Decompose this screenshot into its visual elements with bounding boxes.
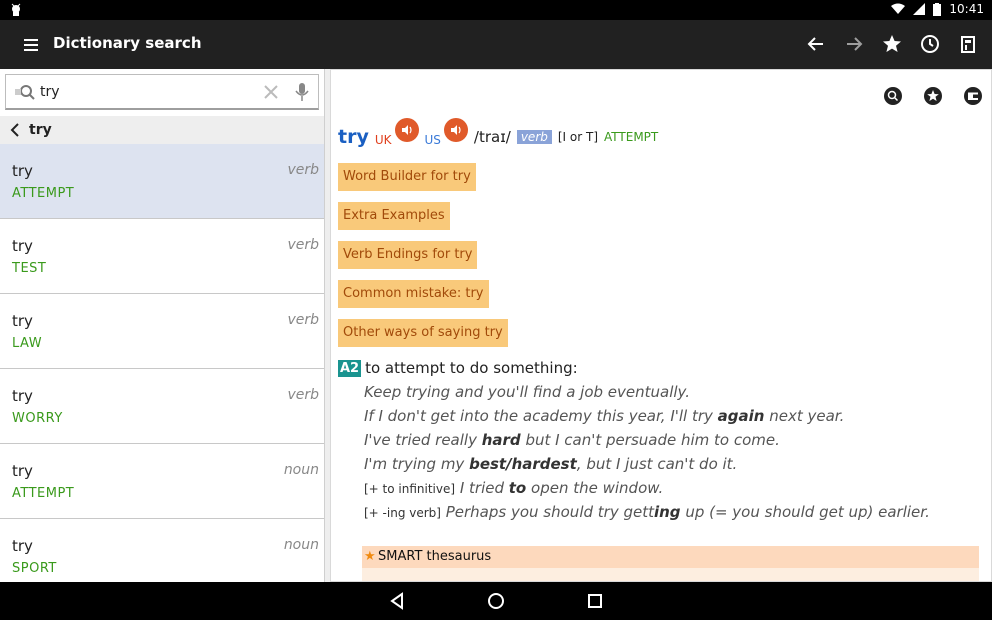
list-item[interactable]: try verb TEST xyxy=(0,219,324,294)
list-item[interactable]: try verb LAW xyxy=(0,294,324,369)
entry-pane: try UK US /traɪ/ verb [I or T] ATTEMPT W… xyxy=(330,69,992,582)
pronunciation: /traɪ/ xyxy=(473,128,511,146)
breadcrumb-label: try xyxy=(29,122,52,138)
star-icon: ★ xyxy=(364,549,376,564)
search-box xyxy=(5,74,319,110)
headword-line: try UK US /traɪ/ verb [I or T] ATTEMPT xyxy=(338,118,659,148)
battery-icon xyxy=(933,2,942,16)
result-word: try xyxy=(12,537,33,555)
breadcrumb-back[interactable]: try xyxy=(0,116,324,144)
example: If I don't get into the academy this yea… xyxy=(364,407,845,425)
result-pos: noun xyxy=(283,537,319,553)
list-item[interactable]: try noun SPORT xyxy=(0,519,324,582)
result-pos: verb xyxy=(287,237,319,253)
example: [+ -ing verb] Perhaps you should try get… xyxy=(364,503,930,521)
forward-arrow-icon[interactable] xyxy=(842,32,866,56)
wallet-icon[interactable] xyxy=(963,86,983,106)
pos-badge: verb xyxy=(516,130,552,144)
signal-icon xyxy=(913,3,926,15)
result-guideword: LAW xyxy=(12,336,43,351)
app-title: Dictionary search xyxy=(53,34,202,52)
thesaurus-header[interactable]: ★ SMART thesaurus xyxy=(362,546,979,568)
search-icon xyxy=(15,85,35,100)
sense-block: A2 to attempt to do something: Keep tryi… xyxy=(338,359,978,521)
extra-examples-button[interactable]: Extra Examples xyxy=(338,202,450,230)
app-bar: Dictionary search xyxy=(0,20,992,69)
list-item[interactable]: try verb WORRY xyxy=(0,369,324,444)
back-icon[interactable] xyxy=(387,591,407,611)
android-debug-icon xyxy=(11,3,21,16)
home-icon[interactable] xyxy=(486,591,506,611)
common-mistake-button[interactable]: Common mistake: try xyxy=(338,280,489,308)
result-guideword: SPORT xyxy=(12,561,57,576)
example: [+ to infinitive] I tried to open the wi… xyxy=(364,479,664,497)
other-ways-button[interactable]: Other ways of saying try xyxy=(338,319,508,347)
results-pane: try try verb ATTEMPT try verb TEST try v… xyxy=(0,69,325,582)
status-bar: 10:41 xyxy=(0,0,992,20)
word-builder-button[interactable]: Word Builder for try xyxy=(338,163,476,191)
result-pos: verb xyxy=(287,162,319,178)
search-input[interactable] xyxy=(40,81,255,103)
grammar-code: [I or T] xyxy=(557,130,599,144)
headword: try xyxy=(338,126,369,148)
result-guideword: ATTEMPT xyxy=(12,486,75,501)
speaker-us-icon[interactable] xyxy=(443,118,468,142)
menu-icon[interactable] xyxy=(20,35,42,55)
history-icon[interactable] xyxy=(918,32,942,56)
thesaurus-body xyxy=(362,568,979,581)
thesaurus-label: SMART thesaurus xyxy=(378,549,492,564)
results-list: try verb ATTEMPT try verb TEST try verb … xyxy=(0,144,324,582)
guideword: ATTEMPT xyxy=(604,130,659,144)
recents-icon[interactable] xyxy=(585,591,605,611)
result-guideword: WORRY xyxy=(12,411,63,426)
wifi-icon xyxy=(891,3,906,14)
us-label: US xyxy=(424,133,441,147)
result-pos: noun xyxy=(283,462,319,478)
list-item[interactable]: try noun ATTEMPT xyxy=(0,444,324,519)
example: Keep trying and you'll find a job eventu… xyxy=(364,383,691,401)
clock: 10:41 xyxy=(949,2,984,16)
microphone-icon[interactable] xyxy=(294,81,310,103)
example: I'm trying my best/hardest, but I just c… xyxy=(364,455,738,473)
example: I've tried really hard but I can't persu… xyxy=(364,431,780,449)
result-pos: verb xyxy=(287,312,319,328)
chevron-left-icon xyxy=(10,123,19,137)
list-item[interactable]: try verb ATTEMPT xyxy=(0,144,324,219)
result-word: try xyxy=(12,462,33,480)
result-word: try xyxy=(12,162,33,180)
definition: to attempt to do something: xyxy=(365,359,578,377)
books-icon[interactable] xyxy=(956,32,980,56)
star-icon[interactable] xyxy=(880,32,904,56)
clear-icon[interactable] xyxy=(262,83,280,101)
favorite-star-icon[interactable] xyxy=(923,86,943,106)
result-word: try xyxy=(12,312,33,330)
zoom-search-icon[interactable] xyxy=(883,86,903,106)
navigation-bar xyxy=(0,582,992,620)
level-badge: A2 xyxy=(338,359,362,377)
back-arrow-icon[interactable] xyxy=(804,32,828,56)
uk-label: UK xyxy=(374,133,392,147)
result-guideword: TEST xyxy=(12,261,47,276)
result-word: try xyxy=(12,237,33,255)
result-word: try xyxy=(12,387,33,405)
speaker-uk-icon[interactable] xyxy=(394,118,419,142)
result-pos: verb xyxy=(287,387,319,403)
verb-endings-button[interactable]: Verb Endings for try xyxy=(338,241,478,269)
result-guideword: ATTEMPT xyxy=(12,186,75,201)
